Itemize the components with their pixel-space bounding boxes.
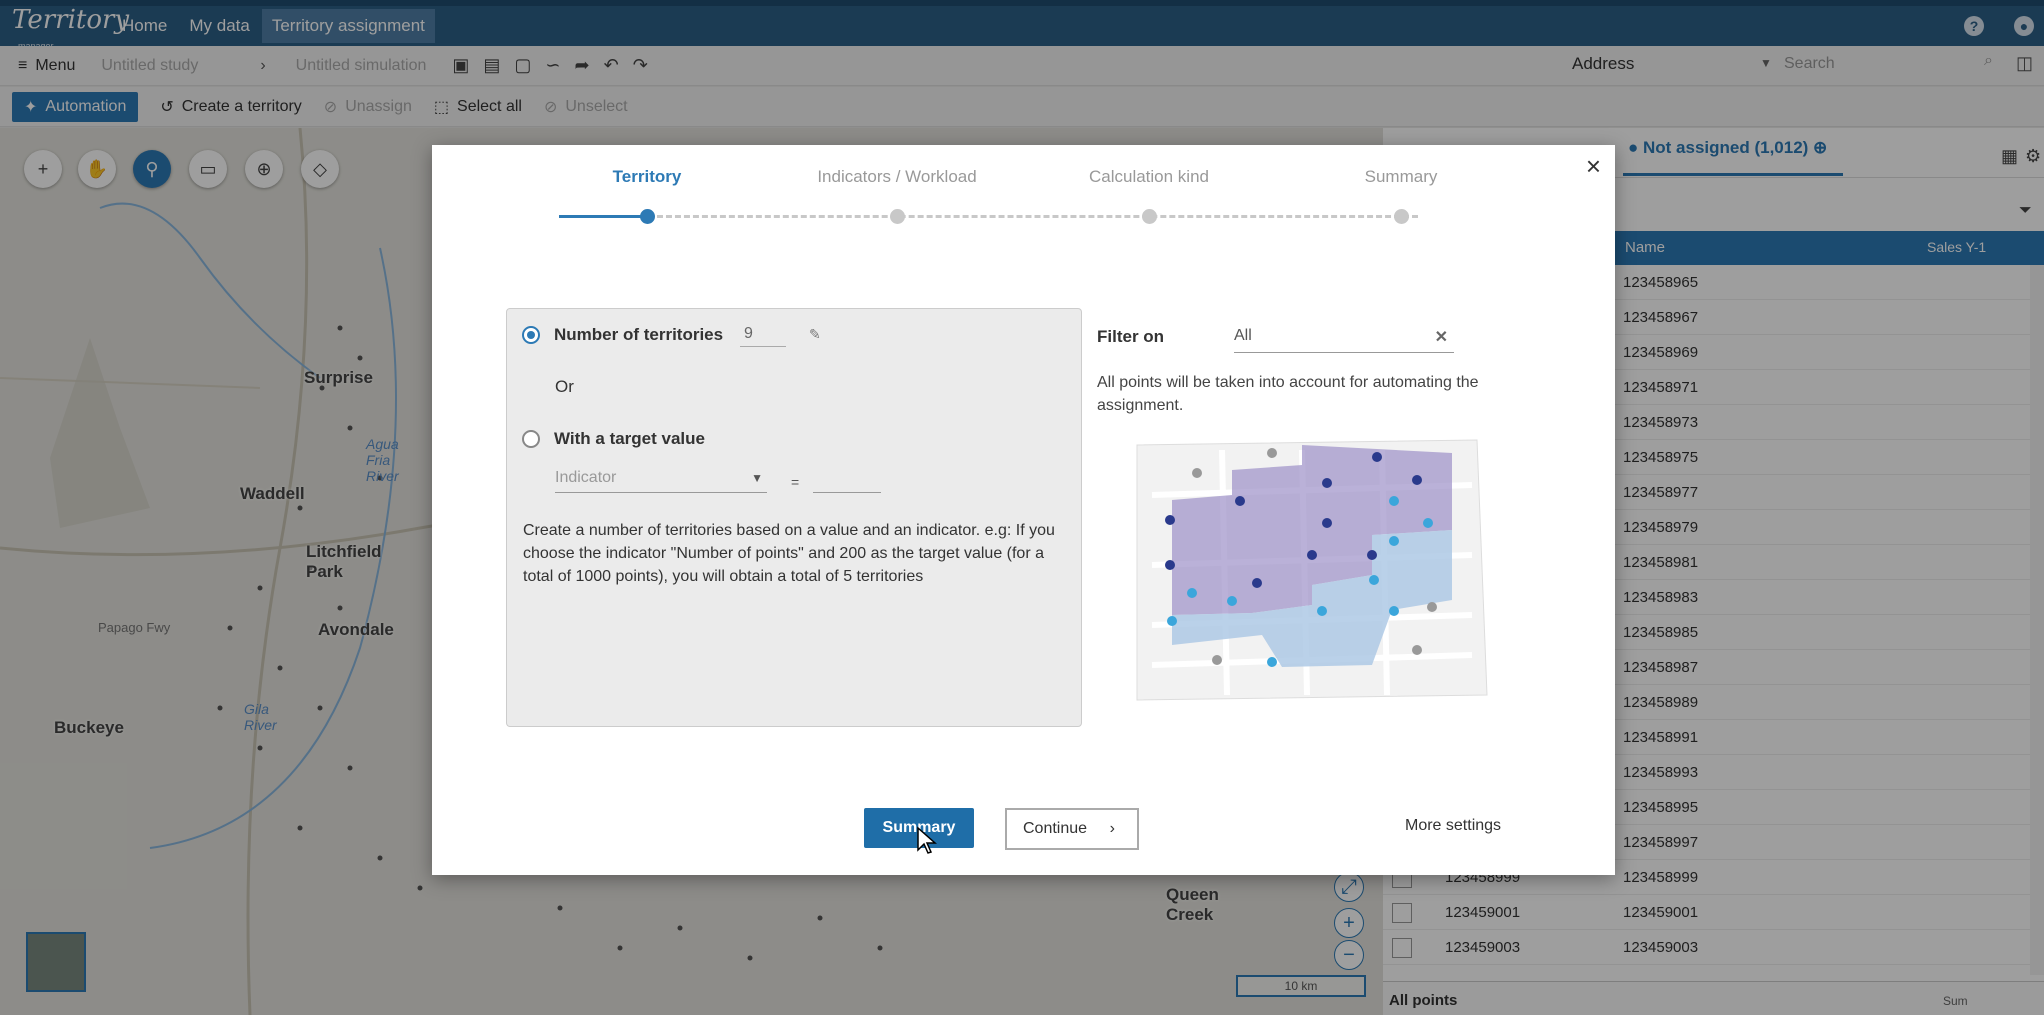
territory-description: Create a number of territories based on …: [523, 522, 1055, 585]
continue-button[interactable]: Continue ›: [1005, 808, 1139, 850]
step-indicators[interactable]: Indicators / Workload: [787, 167, 1007, 187]
progress-bar-filled: [559, 215, 648, 218]
territory-illustration: [1136, 439, 1488, 701]
radio-number-of-territories[interactable]: [522, 326, 540, 344]
progress-dot-summary: [1394, 209, 1409, 224]
progress-dot-calculation: [1142, 209, 1157, 224]
automation-dialog: × Territory Indicators / Workload Calcul…: [432, 145, 1615, 875]
step-calculation[interactable]: Calculation kind: [1039, 167, 1259, 187]
close-icon[interactable]: ×: [1586, 151, 1601, 182]
equals-sign: =: [791, 474, 800, 490]
number-of-territories-label: Number of territories: [554, 325, 724, 344]
filter-on-label: Filter on: [1097, 327, 1165, 346]
progress-dot-territory: [640, 209, 655, 224]
filter-select[interactable]: All ✕: [1234, 325, 1454, 353]
chevron-down-icon: ▼: [751, 471, 763, 485]
filter-description: All points will be taken into account fo…: [1097, 374, 1479, 414]
chevron-right-icon: ›: [1109, 820, 1115, 837]
mouse-cursor-icon: [917, 826, 937, 854]
step-summary[interactable]: Summary: [1291, 167, 1511, 187]
radio-target-value[interactable]: [522, 430, 540, 448]
target-value-label: With a target value: [554, 429, 705, 448]
target-value-input[interactable]: [813, 469, 881, 493]
more-settings-link[interactable]: More settings: [1405, 817, 1501, 835]
clear-icon[interactable]: ✕: [1435, 327, 1448, 347]
indicator-select[interactable]: Indicator ▼: [555, 469, 767, 493]
number-of-territories-input[interactable]: 9: [740, 325, 786, 347]
progress-bar-remaining: [648, 215, 1418, 218]
or-label: Or: [555, 377, 574, 396]
territory-options-panel: Number of territories 9 ✎ Or With a targ…: [506, 308, 1082, 727]
edit-icon[interactable]: ✎: [809, 326, 821, 343]
step-territory[interactable]: Territory: [537, 167, 757, 187]
progress-dot-indicators: [890, 209, 905, 224]
